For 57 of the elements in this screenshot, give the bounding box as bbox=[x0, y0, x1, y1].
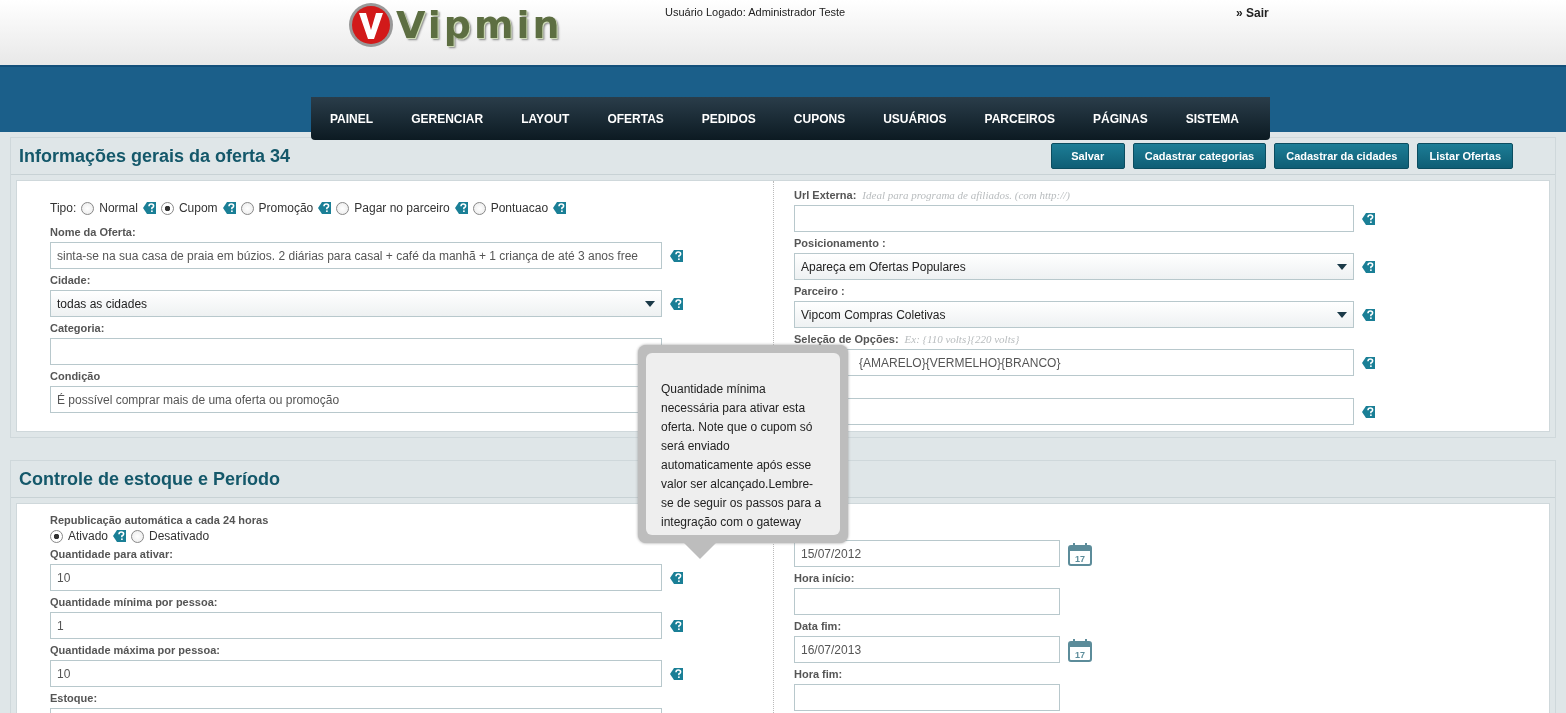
calendar-icon[interactable]: 17 bbox=[1068, 541, 1092, 566]
field-label: Hora início: bbox=[794, 572, 855, 584]
nav-link[interactable]: PAINEL bbox=[311, 111, 393, 126]
field-label: Estoque: bbox=[50, 692, 98, 704]
nav-link[interactable]: PEDIDOS bbox=[682, 111, 775, 126]
logged-user-text: Usuário Logado: Administrador Teste bbox=[665, 6, 846, 18]
field-label: Hora fim: bbox=[794, 668, 843, 680]
action-button[interactable]: Cadastrar categorias bbox=[1132, 143, 1267, 169]
field-label: Quantidade mínima por pessoa: bbox=[50, 596, 218, 608]
field-label: Seleção de Opções: bbox=[794, 333, 899, 345]
select-field[interactable]: Vipcom Compras Coletivas bbox=[794, 301, 1354, 328]
nav-link[interactable]: USUÁRIOS bbox=[864, 111, 966, 126]
nav-link[interactable]: GERENCIAR bbox=[392, 111, 503, 126]
field-label: Posicionamento : bbox=[794, 237, 886, 249]
input-field[interactable]: 1 bbox=[50, 612, 662, 639]
field-label: Republicação automática a cada 24 horas bbox=[50, 514, 269, 526]
section-title: Controle de estoque e Período bbox=[19, 468, 281, 490]
input-field[interactable]: 10 bbox=[50, 564, 662, 591]
radio-label: Normal bbox=[99, 201, 138, 215]
radio-label: Ativado bbox=[68, 529, 109, 543]
section-title: Informações gerais da oferta 34 bbox=[19, 145, 291, 167]
select-field[interactable]: todas as cidades bbox=[50, 290, 662, 317]
field-label: Categoria: bbox=[50, 322, 105, 334]
field-label: Cidade: bbox=[50, 274, 91, 286]
field-label: Quantidade máxima por pessoa: bbox=[50, 644, 220, 656]
action-button[interactable]: Salvar bbox=[1050, 143, 1125, 169]
radio-label: Cupom bbox=[178, 201, 218, 215]
field-hint: Ideal para programa de afiliados. (com http://) bbox=[862, 189, 1071, 201]
logout-link[interactable]: » Sair bbox=[1236, 6, 1269, 20]
field-label: Url Externa: bbox=[794, 189, 857, 201]
action-button[interactable]: Listar Ofertas bbox=[1417, 143, 1513, 169]
field-label: Data fim: bbox=[794, 620, 842, 632]
field-label: Condição bbox=[50, 370, 101, 382]
nav-link[interactable]: LAYOUT bbox=[502, 111, 589, 126]
date-field[interactable]: 16/07/2013 bbox=[794, 636, 1060, 663]
nav-link[interactable]: OFERTAS bbox=[588, 111, 683, 126]
input-field[interactable]: sinta-se na sua casa de praia em búzios. 2 diárias para casal + café da manhã + 1 criança de até 3 anos free bbox=[50, 242, 662, 269]
logo-text: Vipmin bbox=[396, 3, 563, 47]
radio-label: Pontuacao bbox=[490, 201, 549, 215]
field-hint: Ex: {110 volts}{220 volts} bbox=[904, 333, 1020, 345]
nav-link[interactable]: PÁGINAS bbox=[1074, 111, 1167, 126]
calendar-icon[interactable]: 17 bbox=[1068, 637, 1092, 662]
select-field[interactable]: Apareça em Ofertas Populares bbox=[794, 253, 1354, 280]
input-field[interactable]: 10 bbox=[50, 660, 662, 687]
radio-group-label: Tipo: bbox=[50, 201, 77, 215]
tooltip-text: Quantidade mínima necessária para ativar esta oferta. Note que o cupom só será enviado automaticamente após esse valor ser alcançado.Lembre-se de seguir os passos para a integração com o gateway bbox=[661, 381, 823, 531]
date-field[interactable]: 15/07/2012 bbox=[794, 540, 1060, 567]
field-label: Quantidade para ativar: bbox=[50, 548, 173, 560]
radio-label: Pagar no parceiro bbox=[354, 201, 450, 215]
nav-link[interactable]: CUPONS bbox=[774, 111, 865, 126]
nav-link[interactable]: SISTEMA bbox=[1166, 111, 1258, 126]
nav-link[interactable]: PARCEIROS bbox=[965, 111, 1074, 126]
action-button[interactable]: Cadastrar da cidades bbox=[1274, 143, 1410, 169]
radio-label: Promoção bbox=[258, 201, 314, 215]
field-label: Nome da Oferta: bbox=[50, 226, 136, 238]
field-label: Parceiro : bbox=[794, 285, 845, 297]
radio-label: Desativado bbox=[149, 529, 210, 543]
